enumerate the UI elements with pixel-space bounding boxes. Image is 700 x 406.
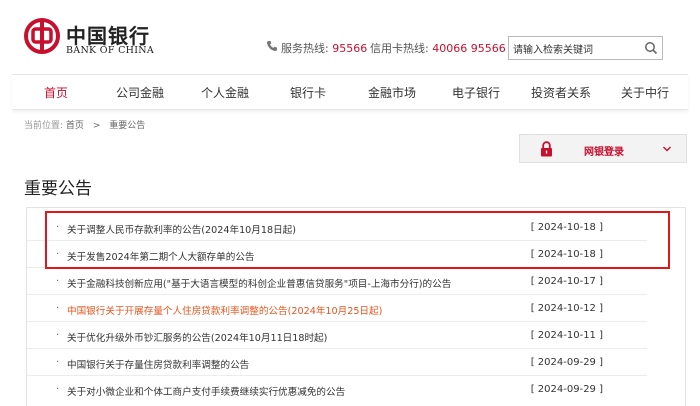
announcement-title[interactable]: 关于优化升级外币钞汇服务的公告(2024年10月11日18时起) <box>67 330 327 344</box>
breadcrumb-label: 当前位置: <box>24 121 64 131</box>
breadcrumb-home-link[interactable]: 首页 <box>66 121 84 131</box>
announcement-date: [ 2024-09-29 ] <box>530 384 603 395</box>
nav-item-bank-card[interactable]: 银行卡 <box>290 84 326 101</box>
service-hotline-label: 服务热线: <box>281 42 329 55</box>
announcement-title[interactable]: 中国银行关于存量住房贷款利率调整的公告 <box>67 357 249 371</box>
announcement-item[interactable]: · 关于优化升级外币钞汇服务的公告(2024年10月11日18时起) [ 202… <box>27 322 647 349</box>
bullet: · <box>56 384 60 395</box>
search-box <box>508 36 663 60</box>
bullet: · <box>56 303 60 314</box>
announcement-date: [ 2024-09-29 ] <box>530 357 603 368</box>
announcement-date: [ 2024-10-12 ] <box>530 303 603 314</box>
service-hotline: 服务热线: 95566 <box>281 40 367 56</box>
search-icon[interactable] <box>644 41 658 55</box>
phone-icon <box>267 41 277 51</box>
boc-logo-icon <box>24 18 60 54</box>
search-input[interactable] <box>513 40 641 56</box>
announcement-title[interactable]: 关于金融科技创新应用("基于大语言模型的科创企业普惠信贷服务"项目-上海市分行)… <box>67 276 451 290</box>
bank-logo[interactable]: 中国银行 BANK OF CHINA <box>24 18 154 60</box>
announcement-date: [ 2024-10-11 ] <box>530 330 603 341</box>
credit-card-hotline-number: 40066 95566 <box>432 42 506 55</box>
site-header: 中国银行 BANK OF CHINA 服务热线: 95566 信用卡热线: 40… <box>0 0 700 110</box>
bullet: · <box>56 357 60 368</box>
page-title: 重要公告 <box>24 179 92 199</box>
nav-item-home[interactable]: 首页 <box>44 84 68 101</box>
bank-name-en: BANK OF CHINA <box>66 45 155 56</box>
breadcrumb-current: 重要公告 <box>109 121 146 131</box>
chevron-down-icon <box>663 146 671 152</box>
breadcrumb: 当前位置: 首页 > 重要公告 <box>24 118 145 131</box>
nav-item-personal-banking[interactable]: 个人金融 <box>201 84 249 101</box>
nav-item-e-banking[interactable]: 电子银行 <box>452 84 500 101</box>
main-nav: 首页 公司金融 个人金融 银行卡 金融市场 电子银行 投资者关系 关于中行 <box>12 74 688 110</box>
nav-item-about-boc[interactable]: 关于中行 <box>621 84 669 101</box>
service-hotline-number: 95566 <box>332 42 368 55</box>
lock-icon <box>541 141 552 157</box>
nav-item-financial-markets[interactable]: 金融市场 <box>368 84 416 101</box>
bullet: · <box>56 276 60 287</box>
announcement-title[interactable]: 中国银行关于开展存量个人住房贷款利率调整的公告(2024年10月25日起) <box>67 303 382 317</box>
breadcrumb-separator: > <box>92 121 101 131</box>
announcement-item[interactable]: · 关于金融科技创新应用("基于大语言模型的科创企业普惠信贷服务"项目-上海市分… <box>27 268 647 295</box>
login-label: 网银登录 <box>584 147 624 158</box>
nav-item-investor-relations[interactable]: 投资者关系 <box>531 84 591 101</box>
online-banking-login-button[interactable]: 网银登录 <box>519 134 687 163</box>
bullet: · <box>56 330 60 341</box>
announcement-title[interactable]: 关于对小微企业和个体工商户支付手续费继续实行优惠减免的公告 <box>67 384 345 398</box>
announcement-item[interactable]: · 关于对小微企业和个体工商户支付手续费继续实行优惠减免的公告 [ 2024-0… <box>27 376 647 403</box>
announcement-item-highlighted[interactable]: · 中国银行关于开展存量个人住房贷款利率调整的公告(2024年10月25日起) … <box>27 295 647 322</box>
nav-item-corporate-banking[interactable]: 公司金融 <box>116 84 164 101</box>
highlight-annotation-box <box>45 211 670 269</box>
credit-card-hotline-label: 信用卡热线: <box>370 42 429 55</box>
credit-card-hotline: 信用卡热线: 40066 95566 <box>370 40 506 56</box>
announcement-date: [ 2024-10-17 ] <box>530 276 603 287</box>
announcement-item[interactable]: · 中国银行关于存量住房贷款利率调整的公告 [ 2024-09-29 ] <box>27 349 647 376</box>
